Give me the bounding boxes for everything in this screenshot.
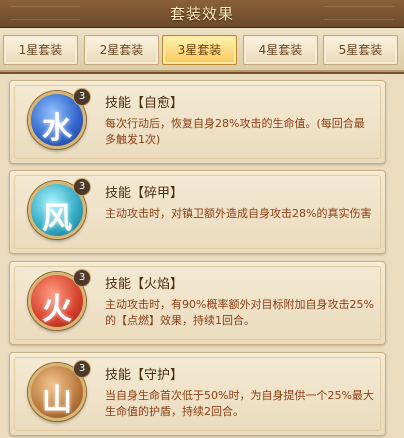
star-tabs: 1星套装 2星套装 3星套装 4星套装 5星套装 bbox=[0, 28, 404, 72]
skill-title: 技能【守护】 bbox=[105, 368, 184, 383]
skill-list[interactable]: 水 3 技能【自愈】 每次行动后，恢复自身28%攻击的生命值。(每回合最多触发1… bbox=[0, 74, 404, 438]
tab-2-star[interactable]: 2星套装 bbox=[84, 35, 159, 65]
skill-title: 技能【碎甲】 bbox=[105, 186, 184, 201]
title-bar: 套装效果 bbox=[0, 0, 404, 28]
level-badge: 3 bbox=[73, 269, 91, 287]
element-glyph: 风 bbox=[42, 201, 72, 236]
element-glyph: 水 bbox=[42, 111, 72, 146]
skill-description: 当自身生命首次低于50%时，为自身提供一个25%最大生命值的护盾，持续2回合。 bbox=[105, 389, 374, 418]
set-effect-panel: 套装效果 1星套装 2星套装 3星套装 4星套装 5星套装 水 3 技能【自愈】… bbox=[0, 0, 404, 438]
level-badge: 3 bbox=[73, 88, 91, 106]
skill-title: 技能【火焰】 bbox=[105, 277, 184, 292]
skill-description: 主动攻击时，有90%概率额外对目标附加自身攻击25%的【点燃】效果，持续1回合。 bbox=[105, 298, 374, 327]
skill-card-guard: 山 3 技能【守护】 当自身生命首次低于50%时，为自身提供一个25%最大生命值… bbox=[9, 352, 386, 436]
tab-4-star[interactable]: 4星套装 bbox=[243, 35, 318, 65]
level-badge: 3 bbox=[73, 178, 91, 196]
element-glyph: 山 bbox=[42, 383, 72, 418]
tab-5-star[interactable]: 5星套装 bbox=[323, 35, 398, 65]
wind-element-icon: 风 3 bbox=[28, 178, 91, 239]
tab-3-star[interactable]: 3星套装 bbox=[162, 35, 237, 65]
skill-card-armor-break: 风 3 技能【碎甲】 主动攻击时，对镇卫额外造成自身攻击28%的真实伤害 bbox=[9, 170, 386, 254]
skill-title: 技能【自愈】 bbox=[105, 96, 184, 111]
water-element-icon: 水 3 bbox=[28, 88, 91, 149]
tab-1-star[interactable]: 1星套装 bbox=[3, 35, 78, 65]
skill-card-self-heal: 水 3 技能【自愈】 每次行动后，恢复自身28%攻击的生命值。(每回合最多触发1… bbox=[9, 80, 386, 164]
mountain-element-icon: 山 3 bbox=[28, 360, 91, 421]
panel-title: 套装效果 bbox=[169, 5, 234, 23]
skill-card-flame: 火 3 技能【火焰】 主动攻击时，有90%概率额外对目标附加自身攻击25%的【点… bbox=[9, 261, 386, 345]
fire-element-icon: 火 3 bbox=[28, 269, 91, 330]
element-glyph: 火 bbox=[42, 292, 72, 327]
skill-description: 主动攻击时，对镇卫额外造成自身攻击28%的真实伤害 bbox=[105, 207, 372, 220]
skill-description: 每次行动后，恢复自身28%攻击的生命值。(每回合最多触发1次) bbox=[105, 117, 365, 146]
level-badge: 3 bbox=[73, 360, 91, 378]
